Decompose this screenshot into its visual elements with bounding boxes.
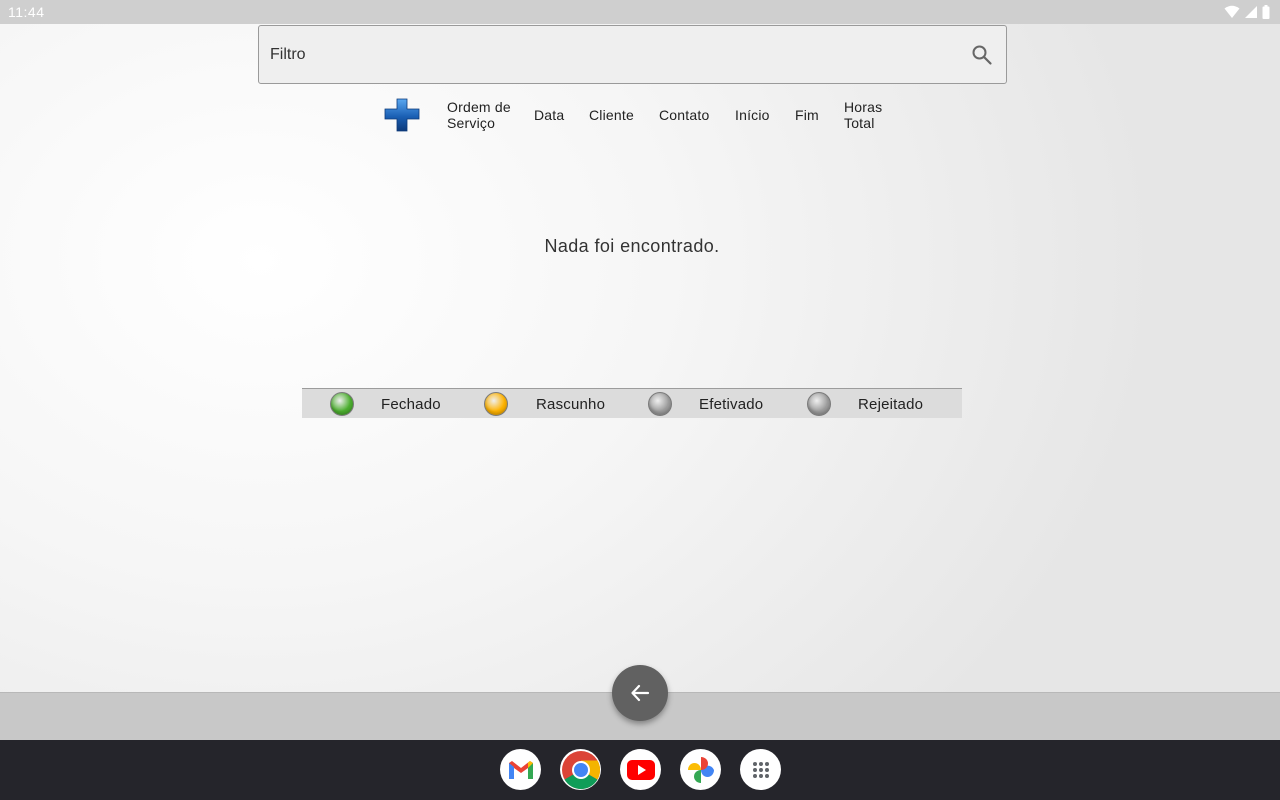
wifi-icon bbox=[1224, 5, 1240, 18]
col-header-ordem-servico[interactable]: Ordem de Serviço bbox=[447, 99, 511, 131]
dock-app-chrome[interactable] bbox=[560, 749, 601, 790]
search-icon[interactable] bbox=[970, 43, 994, 67]
col-header-fim[interactable]: Fim bbox=[795, 107, 819, 123]
col-header-line: Fim bbox=[795, 107, 819, 123]
col-header-line: Total bbox=[844, 115, 875, 131]
col-header-line: Contato bbox=[659, 107, 710, 123]
col-header-data[interactable]: Data bbox=[534, 107, 564, 123]
dock-app-gmail[interactable] bbox=[500, 749, 541, 790]
photos-icon bbox=[687, 756, 714, 783]
col-header-inicio[interactable]: Início bbox=[735, 107, 770, 123]
col-header-cliente[interactable]: Cliente bbox=[589, 107, 634, 123]
plus-icon bbox=[384, 98, 420, 132]
legend-dot-efetivado bbox=[648, 392, 672, 416]
legend-label-fechado: Fechado bbox=[381, 396, 441, 413]
back-button[interactable] bbox=[612, 665, 668, 721]
legend-dot-rejeitado bbox=[807, 392, 831, 416]
chrome-icon bbox=[561, 750, 600, 789]
legend-label-efetivado: Efetivado bbox=[699, 396, 764, 413]
col-header-line: Início bbox=[735, 107, 770, 123]
status-icons bbox=[1224, 5, 1270, 19]
status-bar: 11:44 bbox=[0, 0, 1280, 24]
arrow-left-icon bbox=[631, 684, 650, 702]
legend-label-rejeitado: Rejeitado bbox=[858, 396, 924, 413]
status-time: 11:44 bbox=[8, 4, 45, 20]
status-legend: Fechado Rascunho Efetivado Rejeitado bbox=[302, 388, 962, 418]
gmail-icon bbox=[508, 760, 533, 779]
search-field[interactable] bbox=[258, 25, 1007, 84]
battery-icon bbox=[1262, 5, 1270, 19]
dock-app-photos[interactable] bbox=[680, 749, 721, 790]
col-header-contato[interactable]: Contato bbox=[659, 107, 709, 123]
legend-dot-rascunho bbox=[484, 392, 508, 416]
app-dock bbox=[0, 740, 1280, 800]
signal-icon bbox=[1245, 6, 1257, 18]
col-header-line: Cliente bbox=[589, 107, 634, 123]
legend-dot-fechado bbox=[330, 392, 354, 416]
col-header-line: Serviço bbox=[447, 115, 496, 131]
search-input[interactable] bbox=[270, 26, 950, 83]
col-header-horas-total[interactable]: Horas Total bbox=[844, 99, 882, 131]
dock-app-drawer[interactable] bbox=[740, 749, 781, 790]
youtube-icon bbox=[626, 759, 655, 780]
legend-label-rascunho: Rascunho bbox=[536, 396, 606, 413]
col-header-line: Data bbox=[534, 107, 565, 123]
col-header-line: Ordem de bbox=[447, 99, 511, 115]
dock-app-youtube[interactable] bbox=[620, 749, 661, 790]
app-drawer-icon bbox=[752, 761, 769, 778]
col-header-line: Horas bbox=[844, 99, 883, 115]
empty-message: Nada foi encontrado. bbox=[544, 236, 720, 256]
add-button[interactable] bbox=[384, 98, 420, 132]
